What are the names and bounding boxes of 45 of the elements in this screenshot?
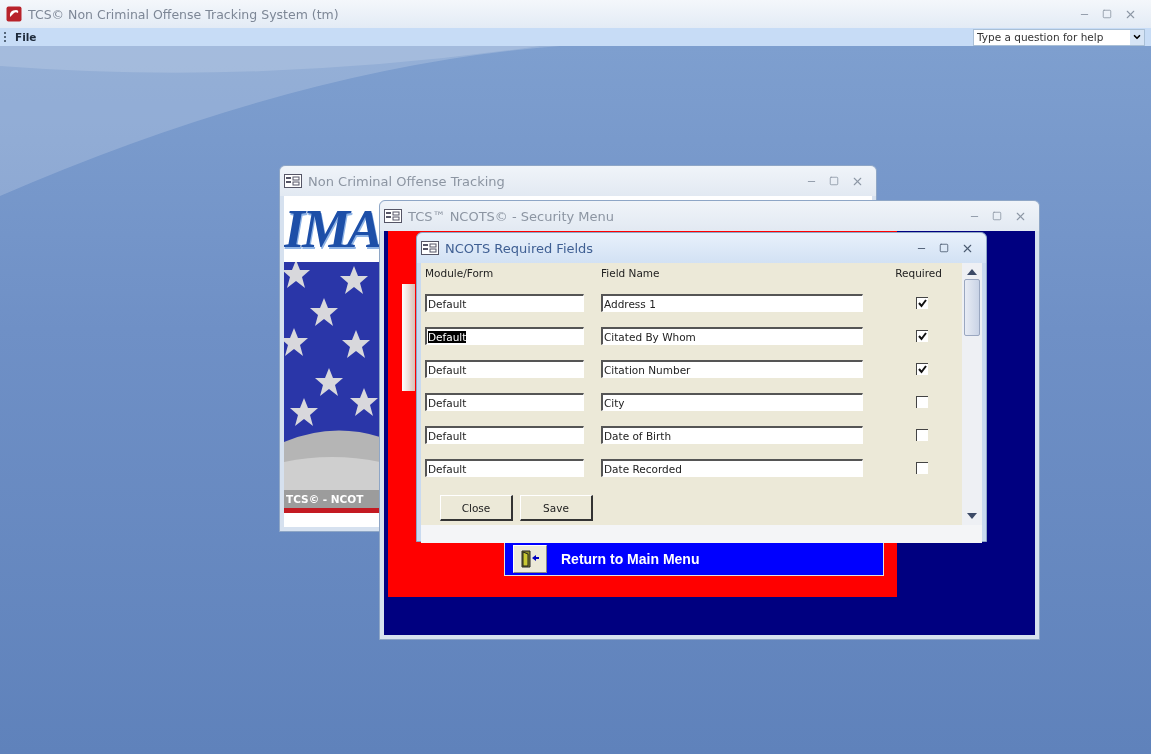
- module-field[interactable]: Default: [425, 459, 584, 477]
- field-name-field[interactable]: Address 1: [601, 294, 863, 312]
- form-icon: [384, 209, 402, 223]
- required-checkbox[interactable]: [916, 429, 928, 441]
- field-name-field[interactable]: Citated By Whom: [601, 327, 863, 345]
- app-icon: [6, 6, 22, 22]
- logo-text: IMA: [284, 198, 380, 261]
- column-heading: Required: [895, 267, 943, 279]
- scrollbar[interactable]: [962, 263, 982, 525]
- field-name-field[interactable]: Date Recorded: [601, 459, 863, 477]
- form-button[interactable]: Save: [520, 495, 593, 521]
- scroll-up-icon[interactable]: [967, 269, 977, 275]
- scroll-thumb[interactable]: [964, 279, 980, 336]
- column-heading: Field Name: [601, 267, 661, 279]
- caret-icon: [1132, 32, 1142, 42]
- dropdown-button[interactable]: [1130, 29, 1144, 45]
- app-title: TCS© Non Criminal Offense Tracking System (tm): [28, 6, 340, 22]
- module-field[interactable]: Default: [425, 426, 584, 444]
- required-checkbox[interactable]: [916, 330, 928, 342]
- field-name-field[interactable]: Citation Number: [601, 360, 863, 378]
- column-heading: Module/Form: [425, 267, 495, 279]
- module-field[interactable]: Default: [425, 294, 584, 312]
- footer-text: TCS© - NCOT: [284, 490, 380, 513]
- field-name-field[interactable]: City: [601, 393, 863, 411]
- required-checkbox[interactable]: [916, 363, 928, 375]
- form-icon: [421, 241, 439, 255]
- required-checkbox[interactable]: [916, 297, 928, 309]
- field-name-field[interactable]: Date of Birth: [601, 426, 863, 444]
- menu-button-label[interactable]: Return to Main Menu: [561, 550, 700, 567]
- form-button[interactable]: Close: [440, 495, 513, 521]
- window-title: NCOTS Required Fields: [445, 240, 595, 256]
- scroll-down-icon[interactable]: [967, 513, 977, 519]
- exit-button[interactable]: [513, 544, 547, 573]
- door-icon: [520, 549, 540, 568]
- menu-item[interactable]: File: [15, 31, 37, 43]
- window-title: Non Criminal Offense Tracking: [308, 173, 506, 189]
- window-title: TCS™ NCOTS© - Security Menu: [408, 208, 616, 224]
- required-checkbox[interactable]: [916, 396, 928, 408]
- help-field[interactable]: Type a question for help: [973, 28, 1145, 46]
- module-field[interactable]: Default: [425, 393, 584, 411]
- module-field[interactable]: Default: [425, 360, 584, 378]
- form-icon: [284, 174, 302, 188]
- required-checkbox[interactable]: [916, 462, 928, 474]
- module-field[interactable]: Default: [425, 327, 584, 345]
- maximize-icon[interactable]: [939, 241, 949, 255]
